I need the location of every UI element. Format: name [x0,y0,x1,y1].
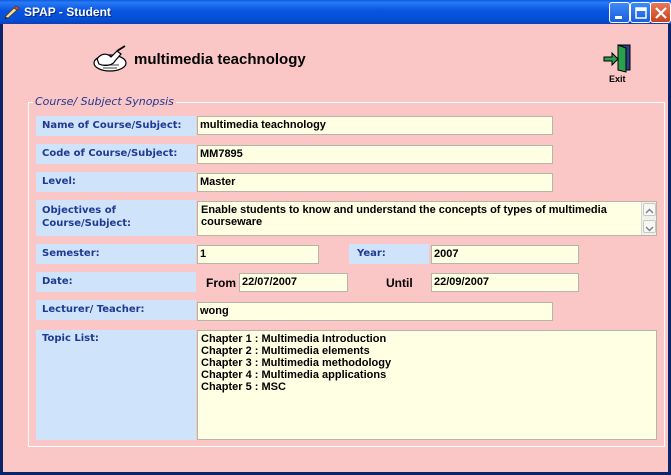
from-date-field[interactable]: 22/07/2007 [239,273,348,292]
exit-door-icon [603,44,631,73]
chevron-down-icon [645,226,654,232]
code-label: Code of Course/Subject: [36,144,196,164]
exit-button[interactable]: Exit [601,43,635,87]
semester-field[interactable]: 1 [197,245,319,264]
objectives-textarea[interactable]: Enable students to know and understand t… [197,201,657,236]
close-button[interactable] [650,2,671,23]
scroll-up-button[interactable] [643,203,656,216]
until-label: Until [386,276,413,290]
objectives-scrollbar[interactable] [641,202,656,235]
topic-list-textarea[interactable]: Chapter 1 : Multimedia Introduction Chap… [197,330,657,440]
title-bar[interactable]: SPAP - Student [0,0,671,24]
objectives-label: Objectives of Course/Subject: [36,200,196,236]
topic-list-label: Topic List: [36,330,196,440]
app-window: SPAP - Student multimedia teachnology Ex… [0,0,671,475]
level-field[interactable]: Master [197,173,553,192]
date-label: Date: [36,272,196,292]
semester-label: Semester: [36,244,196,264]
name-label: Name of Course/Subject: [36,116,196,136]
pen-app-icon [4,5,20,19]
maximize-button[interactable] [630,2,651,23]
course-name-field[interactable]: multimedia teachnology [197,116,553,135]
groupbox-caption: Course/ Subject Synopsis [33,95,176,108]
year-label: Year: [349,244,429,264]
lecturer-field[interactable]: wong [197,302,553,321]
close-icon [655,7,667,19]
chevron-up-icon [645,208,654,214]
exit-label: Exit [609,74,626,84]
maximize-icon [635,7,647,19]
page-title: multimedia teachnology [134,51,306,68]
minimize-icon [615,16,622,19]
minimize-button[interactable] [609,2,630,23]
writing-hand-icon [93,45,127,72]
window-title: SPAP - Student [24,5,111,19]
lecturer-label: Lecturer/ Teacher: [36,300,196,320]
course-code-field[interactable]: MM7895 [197,145,553,164]
level-label: Level: [36,172,196,192]
from-label: From [206,276,236,290]
until-date-field[interactable]: 22/09/2007 [431,273,579,292]
year-field[interactable]: 2007 [431,245,579,264]
scroll-down-button[interactable] [643,220,656,233]
